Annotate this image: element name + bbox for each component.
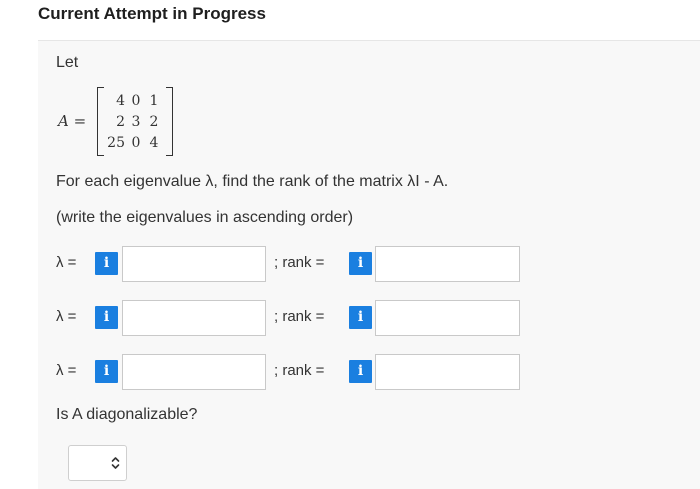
matrix-label: A = xyxy=(58,112,86,130)
matrix-cell: 4 xyxy=(116,92,125,109)
ordering-note: (write the eigenvalues in ascending orde… xyxy=(56,209,354,226)
let-label: Let xyxy=(56,54,79,71)
info-icon[interactable]: i xyxy=(349,360,372,383)
eigenvalue-input-3[interactable] xyxy=(122,354,266,390)
up-down-chevron-icon xyxy=(111,457,120,469)
matrix-right-bracket xyxy=(166,87,173,156)
rank-input-2[interactable] xyxy=(375,300,520,336)
info-icon[interactable]: i xyxy=(95,252,118,275)
info-icon[interactable]: i xyxy=(95,306,118,329)
matrix-row: 4 0 1 xyxy=(105,90,163,111)
matrix-cell: 1 xyxy=(149,92,159,109)
rank-input-1[interactable] xyxy=(375,246,520,282)
lambda-label: λ = xyxy=(56,254,77,271)
diagonalizable-question: Is A diagonalizable? xyxy=(56,406,198,423)
matrix-row: 2 3 2 xyxy=(105,111,163,132)
matrix-cell: 0 xyxy=(131,92,141,109)
eigenvalue-input-1[interactable] xyxy=(122,246,266,282)
matrix-row: 25 0 4 xyxy=(105,132,163,153)
rank-label: ; rank = xyxy=(274,254,325,271)
matrix-cell: 2 xyxy=(116,113,125,130)
matrix-cell: 25 xyxy=(107,134,125,151)
rank-input-3[interactable] xyxy=(375,354,520,390)
rank-label: ; rank = xyxy=(274,362,325,379)
matrix-equals: = xyxy=(73,112,87,130)
matrix-cell: 4 xyxy=(149,134,159,151)
lambda-label: λ = xyxy=(56,308,77,325)
rank-label: ; rank = xyxy=(274,308,325,325)
page-title: Current Attempt in Progress xyxy=(38,4,266,23)
diagonalizable-select[interactable] xyxy=(68,445,127,481)
eigenvalue-input-2[interactable] xyxy=(122,300,266,336)
instruction-text: For each eigenvalue λ, find the rank of … xyxy=(56,173,449,190)
matrix-left-bracket xyxy=(97,87,104,156)
lambda-label: λ = xyxy=(56,362,77,379)
matrix-name: A xyxy=(58,112,69,130)
info-icon[interactable]: i xyxy=(349,306,372,329)
info-icon[interactable]: i xyxy=(349,252,372,275)
matrix-cell: 0 xyxy=(131,134,141,151)
matrix-cell: 2 xyxy=(149,113,159,130)
matrix-grid: 4 0 1 2 3 2 25 0 4 xyxy=(105,90,163,153)
matrix-cell: 3 xyxy=(131,113,141,130)
info-icon[interactable]: i xyxy=(95,360,118,383)
